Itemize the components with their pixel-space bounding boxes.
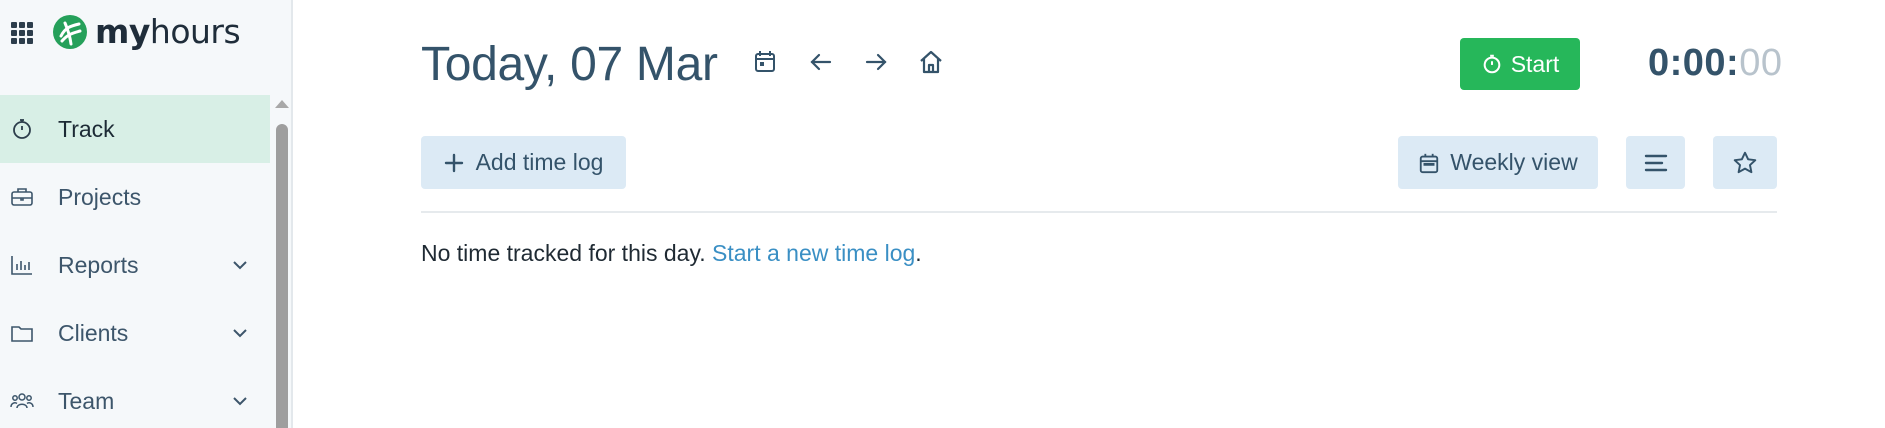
empty-state-text: No time tracked for this day. [421,240,706,266]
stopwatch-icon [1483,54,1501,74]
bar-chart-icon [11,256,32,275]
timer-main: 0:00: [1648,42,1740,84]
divider [421,211,1777,213]
scroll-up-arrow-icon[interactable] [275,100,289,108]
sidebar-item-team[interactable]: Team [0,367,270,428]
apps-grid-icon[interactable] [10,21,34,45]
main-content: Today, 07 Mar Start 0:00:00 Add time log… [295,0,1885,428]
favorites-button[interactable] [1713,136,1777,189]
add-time-log-button[interactable]: Add time log [421,136,626,189]
weekly-view-button[interactable]: Weekly view [1398,136,1598,189]
logo-text[interactable]: myhours [95,12,241,51]
home-icon[interactable] [917,48,945,76]
start-label: Start [1510,50,1560,77]
sidebar-item-label: Clients [58,319,129,346]
sidebar-item-reports[interactable]: Reports [0,231,270,299]
weekly-view-label: Weekly view [1450,149,1578,175]
start-new-time-log-link[interactable]: Start a new time log [712,240,915,266]
scroll-thumb[interactable] [276,124,288,428]
team-icon [10,393,34,409]
sidebar-item-label: Reports [58,251,139,278]
sidebar-item-label: Projects [58,183,142,210]
list-icon [1644,154,1667,171]
list-view-button[interactable] [1626,136,1685,189]
plus-icon [444,153,463,172]
sidebar-item-projects[interactable]: Projects [0,163,270,231]
calendar-icon [1420,153,1439,173]
star-icon [1733,151,1757,173]
arrow-left-icon[interactable] [807,48,835,76]
sidebar-nav: Track Projects Reports Clients Team [0,95,270,428]
add-time-log-label: Add time log [475,149,604,175]
sidebar-item-label: Track [58,115,115,142]
briefcase-icon [11,188,33,206]
chevron-down-icon[interactable] [230,255,250,275]
chevron-down-icon[interactable] [230,323,250,343]
empty-state-period: . [915,240,922,266]
calendar-icon[interactable] [751,48,779,76]
page-title: Today, 07 Mar [421,38,718,91]
sidebar-scrollbar[interactable] [273,98,291,428]
sidebar-item-label: Team [58,387,115,414]
sidebar-item-track[interactable]: Track [0,95,270,163]
timer-seconds: 00 [1739,42,1783,84]
folder-icon [11,326,33,342]
start-timer-button[interactable]: Start [1460,38,1580,90]
arrow-right-icon[interactable] [862,48,890,76]
chevron-down-icon[interactable] [230,391,250,411]
myhours-logo-icon[interactable] [52,14,88,50]
empty-state-message: No time tracked for this day. Start a ne… [421,240,922,267]
timer-display: 0:00:00 [1648,42,1783,85]
stopwatch-icon [13,119,31,139]
sidebar-item-clients[interactable]: Clients [0,299,270,367]
brand-bar: myhours [0,0,290,66]
sidebar: myhours Track Projects Reports Clients T… [0,0,293,428]
